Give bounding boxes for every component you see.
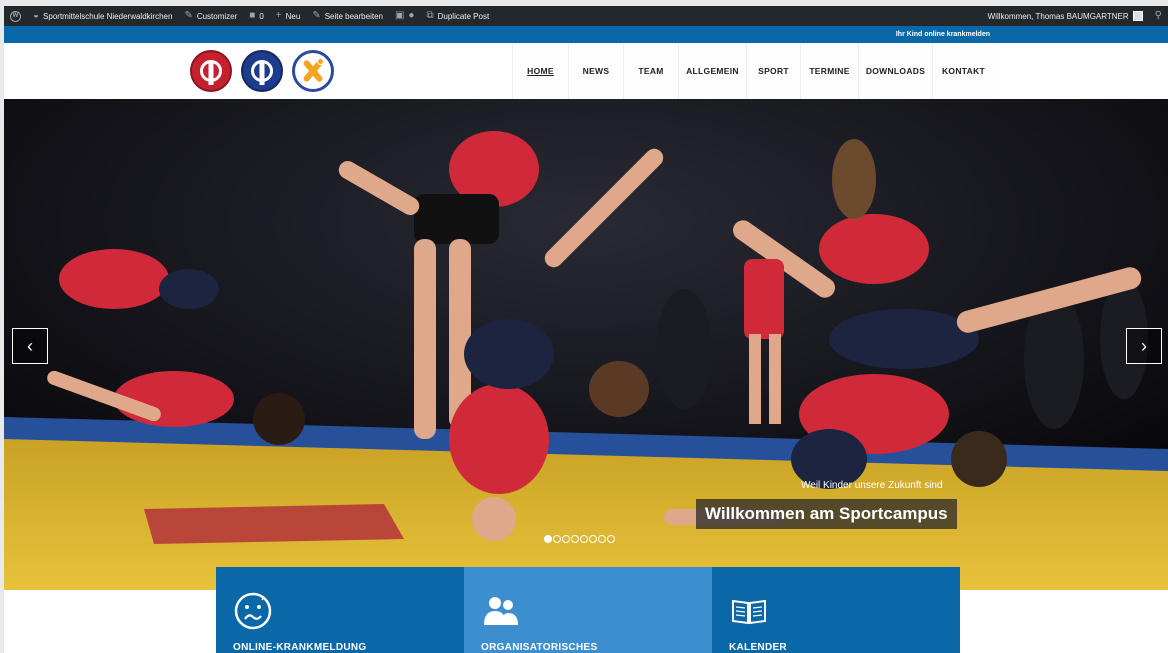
admin-search[interactable]: ⚲ bbox=[1149, 6, 1168, 26]
new-content-menu[interactable]: + Neu bbox=[270, 6, 307, 26]
nav-kontakt[interactable]: KONTAKT bbox=[932, 43, 994, 99]
edit-page-menu[interactable]: ✎ Seite bearbeiten bbox=[306, 6, 389, 26]
sick-note-link[interactable]: Ihr Kind online krankmelden bbox=[896, 31, 990, 38]
slider-dot[interactable] bbox=[607, 535, 615, 543]
dashboard-icon: ◒ bbox=[33, 10, 40, 21]
nav-label: HOME bbox=[527, 66, 554, 76]
slide-subtitle: Weil Kinder unsere Zukunft sind bbox=[801, 480, 943, 491]
nav-label: SPORT bbox=[758, 66, 789, 76]
nav-team[interactable]: TEAM bbox=[623, 43, 678, 99]
slider-dot[interactable] bbox=[598, 535, 606, 543]
top-strip: Ihr Kind online krankmelden bbox=[4, 26, 1168, 43]
slide-title-text: Willkommen am Sportcampus bbox=[705, 504, 948, 523]
welcome-label: Willkommen, Thomas BAUMGARTNER bbox=[987, 11, 1129, 21]
main-nav: HOME NEWS TEAM ALLGEMEIN SPORT TERMINE D… bbox=[512, 43, 994, 99]
red-mat bbox=[144, 504, 404, 544]
feature-kalender[interactable]: KALENDER bbox=[712, 567, 960, 653]
plugin-icon: ▣ bbox=[394, 10, 405, 21]
slider-dot[interactable] bbox=[589, 535, 597, 543]
feature-online-krankmeldung[interactable]: ONLINE-KRANKMELDUNG bbox=[216, 567, 464, 653]
brush-icon: ✎ bbox=[184, 10, 193, 21]
slider-dot[interactable] bbox=[553, 535, 561, 543]
open-book-icon bbox=[732, 599, 766, 625]
customizer-label: Customizer bbox=[196, 11, 238, 21]
feature-label: KALENDER bbox=[729, 642, 787, 653]
duplicate-icon: ⧉ bbox=[426, 10, 434, 21]
logo-head bbox=[317, 58, 324, 65]
sick-face-icon bbox=[234, 592, 272, 630]
search-icon: ⚲ bbox=[1154, 10, 1162, 21]
wp-logo-menu[interactable]: W bbox=[4, 6, 27, 26]
feature-boxes: ONLINE-KRANKMELDUNG ORGANISATORISCHES KA… bbox=[216, 567, 960, 653]
chevron-right-icon: › bbox=[1141, 335, 1147, 356]
school-logo-red[interactable] bbox=[190, 50, 232, 92]
nav-termine[interactable]: TERMINE bbox=[800, 43, 858, 99]
customizer-menu[interactable]: ✎ Customizer bbox=[178, 6, 243, 26]
comment-bubble-icon: ■ bbox=[249, 10, 256, 21]
nav-label: ALLGEMEIN bbox=[686, 66, 739, 76]
duplicate-post-menu[interactable]: ⧉ Duplicate Post bbox=[420, 6, 495, 26]
slider-dot[interactable] bbox=[571, 535, 579, 543]
feature-label: ORGANISATORISCHES bbox=[481, 642, 598, 653]
slide-title: Willkommen am Sportcampus bbox=[696, 499, 957, 529]
duplicate-post-label: Duplicate Post bbox=[437, 11, 490, 21]
slider-dot[interactable] bbox=[580, 535, 588, 543]
avatar bbox=[1132, 11, 1143, 21]
nav-label: KONTAKT bbox=[941, 66, 986, 76]
comments-menu[interactable]: ■ 0 bbox=[243, 6, 270, 26]
nav-allgemein[interactable]: ALLGEMEIN bbox=[678, 43, 746, 99]
admin-bar: W ◒ Sportmittelschule Niederwaldkirchen ✎… bbox=[4, 6, 1168, 26]
wordpress-logo-icon: W bbox=[10, 10, 21, 22]
site-name-label: Sportmittelschule Niederwaldkirchen bbox=[43, 11, 173, 21]
feature-label: ONLINE-KRANKMELDUNG bbox=[233, 642, 367, 653]
slider-next-button[interactable]: › bbox=[1126, 328, 1162, 364]
people-icon bbox=[484, 597, 518, 625]
plus-icon: + bbox=[275, 10, 282, 21]
nav-sport[interactable]: SPORT bbox=[746, 43, 800, 99]
account-menu[interactable]: Willkommen, Thomas BAUMGARTNER bbox=[982, 6, 1149, 26]
slider-dot[interactable] bbox=[562, 535, 570, 543]
nav-home[interactable]: HOME bbox=[512, 43, 568, 99]
comments-count: 0 bbox=[259, 11, 264, 21]
nav-label: TERMINE bbox=[809, 66, 850, 76]
nav-label: TEAM bbox=[638, 66, 664, 76]
school-logo-blue[interactable] bbox=[241, 50, 283, 92]
pencil-icon: ✎ bbox=[312, 10, 321, 21]
new-label: Neu bbox=[285, 11, 301, 21]
site-name-menu[interactable]: ◒ Sportmittelschule Niederwaldkirchen bbox=[27, 6, 178, 26]
page: W ◒ Sportmittelschule Niederwaldkirchen ✎… bbox=[4, 6, 1168, 653]
site-header: HOME NEWS TEAM ALLGEMEIN SPORT TERMINE D… bbox=[4, 43, 1168, 99]
logo-bar bbox=[208, 61, 214, 85]
status-dot-icon: ● bbox=[408, 10, 415, 21]
hero-slider: ‹ › Weil Kinder unsere Zukunft sind Will… bbox=[4, 99, 1168, 590]
nav-downloads[interactable]: DOWNLOADS bbox=[858, 43, 932, 99]
logo-bar bbox=[259, 61, 265, 85]
feature-organisatorisches[interactable]: ORGANISATORISCHES bbox=[464, 567, 712, 653]
nav-label: NEWS bbox=[582, 66, 610, 76]
plugin-menu[interactable]: ▣ ● bbox=[389, 6, 421, 26]
slide-image bbox=[4, 99, 1168, 590]
edit-page-label: Seite bearbeiten bbox=[324, 11, 383, 21]
slider-prev-button[interactable]: ‹ bbox=[12, 328, 48, 364]
nav-news[interactable]: NEWS bbox=[568, 43, 623, 99]
nav-label: DOWNLOADS bbox=[865, 66, 926, 76]
chevron-left-icon: ‹ bbox=[27, 335, 33, 356]
sport-logo-orange[interactable] bbox=[292, 50, 334, 92]
slider-pagination bbox=[544, 535, 615, 543]
slider-dot[interactable] bbox=[544, 535, 552, 543]
